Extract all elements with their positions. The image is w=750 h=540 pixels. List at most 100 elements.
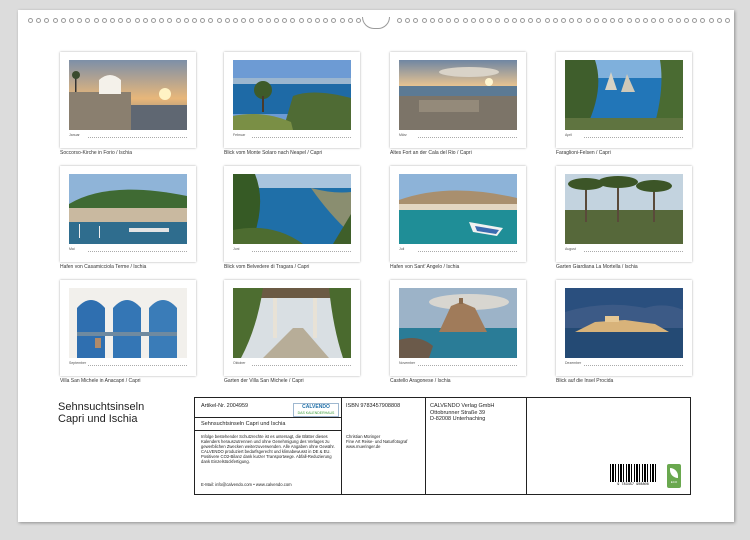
day-grid	[88, 365, 187, 369]
binding-hole	[561, 18, 566, 23]
photo-caption: Blick vom Belvedere di Tragara / Capri	[224, 264, 310, 270]
binding-hole	[651, 18, 657, 23]
calvendo-logo: CALVENDO DAS KALENDERHAUS	[293, 403, 339, 417]
binding-hole	[77, 18, 83, 23]
binding-hole	[298, 18, 304, 23]
binding-hole	[134, 18, 140, 23]
binding-hole	[339, 18, 345, 23]
publisher-block: CALVENDO Verlag GmbH Ottobrunner Straße …	[430, 403, 494, 423]
publisher-city: D-82008 Unterhaching	[430, 416, 486, 422]
binding-hole	[110, 18, 115, 23]
binding-hole	[511, 18, 517, 23]
binding-hole	[356, 18, 361, 23]
binding-hole	[446, 18, 452, 23]
month-thumb-mai[interactable]: Mai	[60, 166, 196, 262]
binding-hole	[667, 18, 673, 23]
binding-hole	[257, 18, 263, 23]
month-label: Mai	[69, 247, 75, 251]
binding-hole	[552, 18, 558, 23]
month-thumb-oktober[interactable]: Oktober	[224, 280, 360, 376]
binding-hole	[479, 18, 484, 23]
binding-hole	[462, 18, 468, 23]
author-website: www.mueringer.de	[346, 444, 381, 449]
binding-hole	[323, 18, 329, 23]
binding-hole	[159, 18, 165, 23]
day-grid	[418, 251, 517, 255]
binding-hole	[290, 18, 296, 23]
binding-hole	[438, 18, 443, 23]
month-label: September	[69, 361, 87, 365]
binding-hole	[634, 18, 640, 23]
binding-hole	[528, 18, 534, 23]
photo-cala-del-rio	[399, 60, 517, 130]
photo-caption: Blick vom Monte Solaro nach Neapel / Cap…	[224, 150, 323, 156]
binding-hole	[421, 18, 427, 23]
photo-caption: Garten Giardiana La Mortella / Ischia	[556, 264, 638, 270]
eco-icon: ECO	[667, 464, 681, 488]
photo-monte-solaro	[233, 60, 351, 130]
month-thumb-november[interactable]: November	[390, 280, 526, 376]
binding-hole	[454, 18, 460, 23]
binding-hole	[577, 18, 583, 23]
photo-faraglioni	[565, 60, 683, 130]
binding-hole	[93, 18, 99, 23]
month-label: Januar	[69, 133, 80, 137]
binding-hole	[700, 18, 706, 23]
binding-hole	[52, 18, 58, 23]
photo-casamicciola	[69, 174, 187, 244]
binding-hole	[397, 18, 402, 23]
binding-hole	[520, 18, 525, 23]
month-thumb-maerz[interactable]: März	[390, 52, 526, 148]
binding-hole	[470, 18, 476, 23]
calendar-sheet: Januar Februar März April Soccorso-Kirch…	[18, 10, 734, 522]
month-thumb-april[interactable]: April	[556, 52, 692, 148]
month-label: Juli	[399, 247, 405, 251]
binding-hole	[413, 18, 419, 23]
binding-hole	[126, 18, 132, 23]
binding-hole	[659, 18, 665, 23]
binding-hole	[265, 18, 271, 23]
photo-caption: Villa San Michele in Anacapri / Capri	[60, 378, 141, 384]
binding-hole	[175, 18, 181, 23]
day-grid	[418, 137, 517, 141]
binding-hole	[118, 18, 124, 23]
binding-hole	[585, 18, 591, 23]
month-thumb-august[interactable]: August	[556, 166, 692, 262]
day-grid	[88, 251, 187, 255]
month-thumb-juni[interactable]: Juni	[224, 166, 360, 262]
binding-hole	[675, 18, 681, 23]
binding-hole	[684, 18, 689, 23]
day-grid	[88, 137, 187, 141]
photo-villa-garden	[233, 288, 351, 358]
binding-hole	[200, 18, 206, 23]
day-grid	[252, 365, 351, 369]
photo-caption: Garten der Villa San Michele / Capri	[224, 378, 304, 384]
month-thumb-februar[interactable]: Februar	[224, 52, 360, 148]
day-grid	[252, 137, 351, 141]
imprint-box: Artikel-Nr. 2004959 CALVENDO DAS KALENDE…	[194, 397, 691, 495]
binding-hole	[274, 18, 279, 23]
binding-hole	[282, 18, 288, 23]
month-thumb-september[interactable]: September	[60, 280, 196, 376]
day-grid	[584, 137, 683, 141]
day-grid	[584, 251, 683, 255]
month-thumb-dezember[interactable]: Dezember	[556, 280, 692, 376]
binding-hole	[101, 18, 107, 23]
month-label: Dezember	[565, 361, 582, 365]
binding-hole	[610, 18, 616, 23]
binding-hole	[569, 18, 575, 23]
day-grid	[584, 365, 683, 369]
photo-caption: Faraglioni-Felsen / Capri	[556, 150, 611, 156]
photo-castello-aragonese	[399, 288, 517, 358]
binding-hole	[142, 18, 148, 23]
month-label: März	[399, 133, 407, 137]
binding-hole	[331, 18, 337, 23]
month-thumb-januar[interactable]: Januar	[60, 52, 196, 148]
photo-caption: Hafen von Sant' Angelo / Ischia	[390, 264, 460, 270]
photo-caption: Blick auf die Insel Procida	[556, 378, 614, 384]
binding-hole	[151, 18, 156, 23]
month-thumb-juli[interactable]: Juli	[390, 166, 526, 262]
photo-belvedere-tragara	[233, 174, 351, 244]
binding-hole	[28, 18, 33, 23]
legal-notice: Infolge bestehender Schutzrechte ist es …	[201, 434, 335, 464]
